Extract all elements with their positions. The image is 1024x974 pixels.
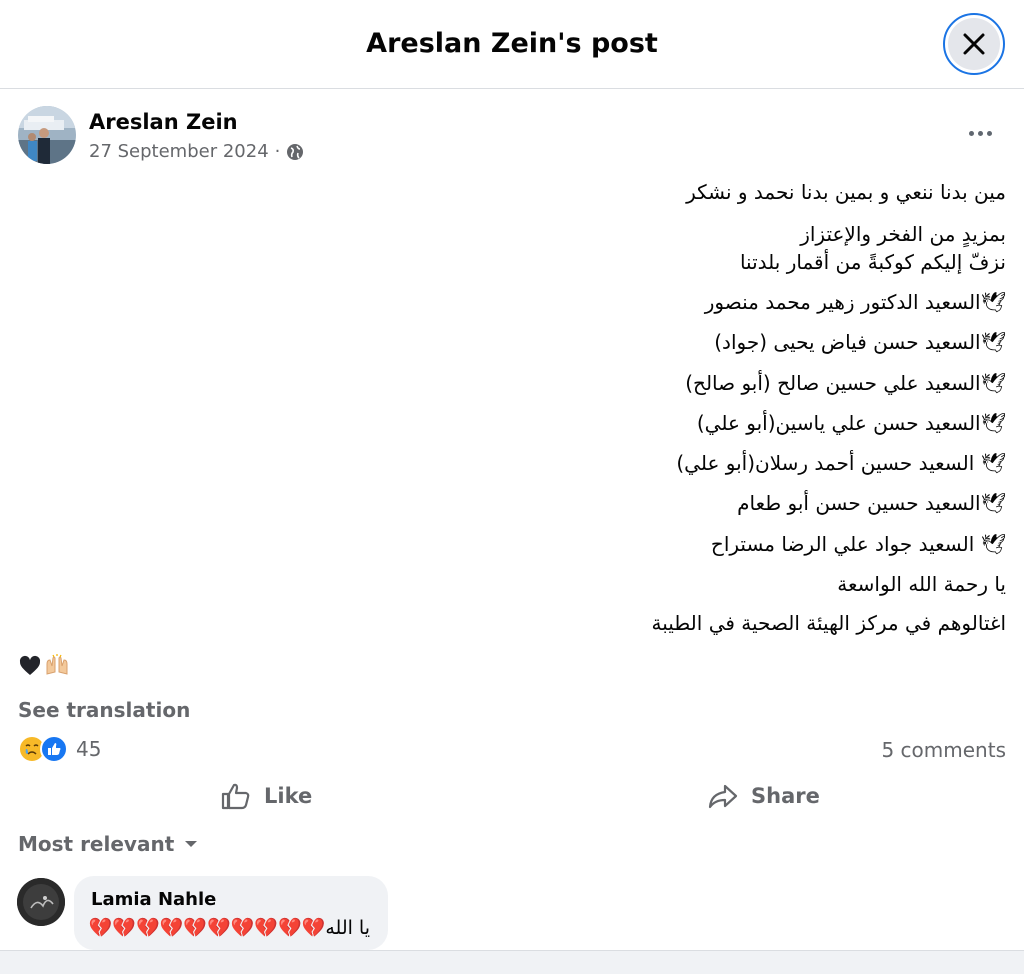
caret-down-icon [185, 841, 198, 847]
like-label: Like [264, 784, 313, 808]
meta-separator: · [274, 141, 281, 162]
post-line: 🕊السعيد الدكتور زهير محمد منصور [704, 290, 1006, 314]
reaction-count: 45 [76, 737, 102, 761]
thumbs-up-outline-icon [221, 783, 250, 810]
more-options-button[interactable] [960, 118, 1000, 148]
more-dot [986, 130, 992, 136]
close-button[interactable] [943, 13, 1005, 75]
post-line: 🕊السعيد علي حسين صالح (أبو صالح) [685, 371, 1006, 395]
sort-label: Most relevant [18, 832, 175, 856]
post-emoji-row [18, 654, 70, 678]
author-avatar[interactable] [18, 106, 76, 164]
share-arrow-icon [708, 784, 738, 809]
thumbs-up-icon [40, 735, 68, 763]
post-line: مين بدنا ننعي و بمين بدنا نحمد و نشكر [686, 180, 1006, 204]
share-label: Share [751, 784, 820, 808]
comment-text: يا الله💔💔💔💔💔💔💔💔💔💔 [88, 917, 370, 939]
post-line: 🕊السعيد حسن فياض يحيى (جواد) [714, 330, 1006, 354]
post-line: 🕊السعيد حسن علي ياسين(أبو علي) [696, 411, 1006, 435]
like-button[interactable]: Like [220, 778, 312, 814]
more-dot [977, 130, 983, 136]
close-icon [963, 33, 985, 55]
author-name[interactable]: Areslan Zein [89, 110, 238, 134]
comment-composer-edge [0, 950, 1024, 974]
post-date[interactable]: 27 September 2024 [89, 141, 269, 162]
post-line: نزفّ إليكم كوكبةً من أقمار بلدتنا [739, 250, 1006, 274]
more-dot [968, 130, 974, 136]
post-line: 🕊السعيد حسين حسن أبو طعام [737, 491, 1006, 515]
dialog-header: Areslan Zein's post [0, 0, 1024, 89]
share-button[interactable]: Share [707, 778, 820, 814]
dialog-title: Areslan Zein's post [366, 28, 658, 59]
post-line: يا رحمة الله الواسعة [837, 572, 1006, 596]
commenter-avatar[interactable] [17, 878, 65, 926]
post-line: 🕊 السعيد حسين أحمد رسلان(أبو علي) [676, 451, 1006, 475]
comment-sort-dropdown[interactable]: Most relevant [18, 832, 198, 856]
raised-hands-icon [46, 654, 68, 675]
post-line: 🕊 السعيد جواد علي الرضا مستراح [710, 532, 1006, 556]
comments-count-link[interactable]: 5 comments [881, 738, 1006, 762]
see-translation-link[interactable]: See translation [18, 698, 190, 722]
globe-icon [287, 143, 304, 160]
post-meta: 27 September 2024 · [89, 141, 304, 162]
comment-author[interactable]: Lamia Nahle [91, 889, 216, 910]
black-heart-icon [19, 655, 41, 675]
reactions-summary[interactable]: 45 [18, 735, 101, 763]
post-line: بمزيدٍ من الفخر والإعتزاز [800, 222, 1006, 246]
post-line: اغتالوهم في مركز الهيئة الصحية في الطيبة [651, 611, 1006, 635]
comment-bubble: Lamia Nahle يا الله💔💔💔💔💔💔💔💔💔💔 [74, 876, 388, 950]
